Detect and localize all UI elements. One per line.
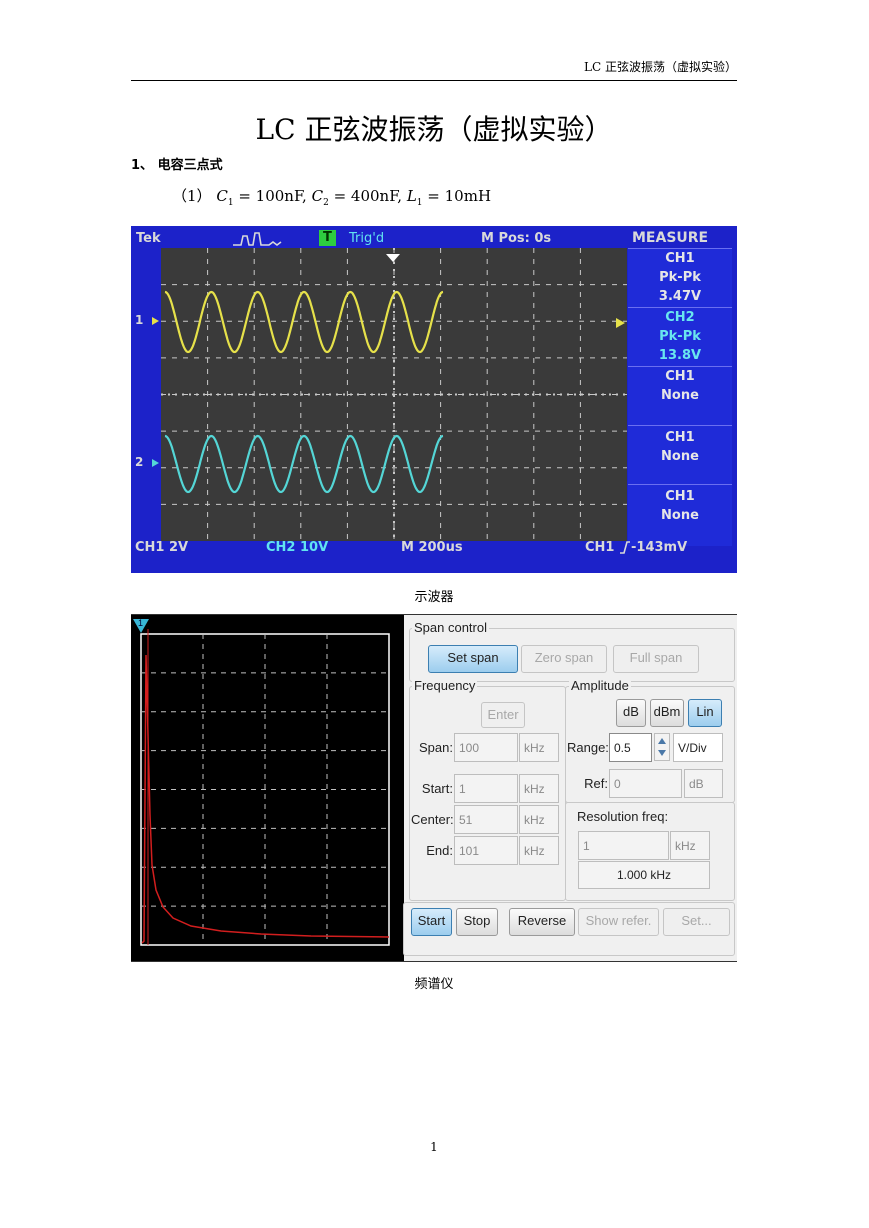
set-button[interactable]: Set... xyxy=(663,908,730,936)
start-label: Start: xyxy=(421,781,453,796)
center-label: Center: xyxy=(411,812,454,827)
measure-type: Pk-Pk xyxy=(659,270,701,285)
measure-type: Pk-Pk xyxy=(659,329,701,344)
measure-source: CH2 xyxy=(665,310,695,325)
timebase-readout: M 200us xyxy=(401,540,463,555)
trigger-source: CH1 xyxy=(585,540,615,555)
span-field[interactable]: 100 xyxy=(454,733,518,762)
center-field[interactable]: 51 xyxy=(454,805,518,834)
measure-slot-4: CH1 None xyxy=(628,425,732,486)
measure-value: 3.47V xyxy=(658,289,702,304)
measure-source: CH1 xyxy=(665,430,695,445)
circuit-parameters: （1） C1 = 100nF, C2 = 400nF, L1 = 10mH xyxy=(172,187,492,208)
measure-slot-3: CH1 None xyxy=(628,366,732,425)
param-c2: 400nF xyxy=(350,187,398,205)
start-unit[interactable]: kHz xyxy=(519,774,559,803)
db-button[interactable]: dB xyxy=(616,699,646,727)
m-pos-readout: M Pos: 0s xyxy=(481,231,552,246)
page-number: 1 xyxy=(430,1140,438,1154)
resolution-title: Resolution freq: xyxy=(577,809,669,824)
lin-button[interactable]: Lin xyxy=(688,699,722,727)
range-stepper[interactable] xyxy=(654,733,670,761)
oscilloscope-screen: Tek T Trig'd M Pos: 0s MEASURE CH1 Pk-Pk… xyxy=(131,226,737,573)
acquisition-icon xyxy=(233,232,282,246)
param-l1: 10mH xyxy=(444,187,492,205)
span-label: Span: xyxy=(419,740,453,755)
resolution-readout: 1.000 kHz xyxy=(578,861,710,889)
measure-type: None xyxy=(661,449,699,464)
ch1-scale: CH1 2V xyxy=(135,540,189,555)
ch2-ground-marker: 2 xyxy=(135,455,144,469)
stop-button[interactable]: Stop xyxy=(456,908,498,936)
show-refer-button[interactable]: Show refer. xyxy=(578,908,659,936)
zero-span-button[interactable]: Zero span xyxy=(521,645,607,673)
measure-type: None xyxy=(661,388,699,403)
trigger-badge: T xyxy=(319,230,336,246)
measure-panel: CH1 Pk-Pk 3.47V CH2 Pk-Pk 13.8V CH1 None… xyxy=(628,248,732,546)
reverse-button[interactable]: Reverse xyxy=(509,908,575,936)
ch2-scale: CH2 10V xyxy=(266,540,329,555)
span-unit[interactable]: kHz xyxy=(519,733,559,762)
frequency-title: Frequency xyxy=(412,678,478,693)
measure-source: CH1 xyxy=(665,489,695,504)
measure-menu-title: MEASURE xyxy=(632,230,709,246)
param-index: （1） xyxy=(172,187,212,205)
center-unit[interactable]: kHz xyxy=(519,805,559,834)
dbm-button[interactable]: dBm xyxy=(650,699,684,727)
spectrum-caption: 频谱仪 xyxy=(414,977,454,992)
end-unit[interactable]: kHz xyxy=(519,836,559,865)
measure-ch2-pkpk: CH2 Pk-Pk 13.8V xyxy=(628,307,732,366)
measure-source: CH1 xyxy=(665,251,695,266)
resolution-field[interactable]: 1 xyxy=(578,831,669,860)
ch2-marker-arrow-icon xyxy=(152,459,159,467)
enter-button[interactable]: Enter xyxy=(481,702,525,728)
range-unit[interactable]: V/Div xyxy=(673,733,723,762)
ref-label: Ref: xyxy=(584,776,608,791)
running-header: LC 正弦波振荡（虚拟实验） xyxy=(584,60,737,74)
resolution-unit[interactable]: kHz xyxy=(670,831,710,860)
ref-unit[interactable]: dB xyxy=(684,769,723,798)
ref-field[interactable]: 0 xyxy=(609,769,682,798)
oscilloscope-caption: 示波器 xyxy=(414,590,454,605)
trigger-status: Trig'd xyxy=(349,231,385,246)
measure-ch1-pkpk: CH1 Pk-Pk 3.47V xyxy=(628,248,732,307)
section-heading: 1、 电容三点式 xyxy=(131,158,223,173)
set-span-button[interactable]: Set span xyxy=(428,645,518,673)
range-field[interactable]: 0.5 xyxy=(609,733,652,762)
start-button[interactable]: Start xyxy=(411,908,452,936)
full-span-button[interactable]: Full span xyxy=(613,645,699,673)
param-c1: 100nF xyxy=(255,187,303,205)
marker-1-label: 1 xyxy=(138,618,144,628)
amplitude-title: Amplitude xyxy=(569,678,631,693)
spectrum-analyzer: 1 Span control Set span Zero span Full s… xyxy=(131,614,737,962)
header-divider xyxy=(131,80,737,81)
end-label: End: xyxy=(426,843,453,858)
measure-source: CH1 xyxy=(665,369,695,384)
measure-slot-5: CH1 None xyxy=(628,484,732,547)
range-label: Range: xyxy=(567,740,609,755)
spectrum-screen: 1 xyxy=(131,615,404,961)
ch1-marker-arrow-icon xyxy=(152,317,159,325)
page-title: LC 正弦波振荡（虚拟实验） xyxy=(255,113,613,146)
ch1-ground-marker: 1 xyxy=(135,313,144,327)
measure-type: None xyxy=(661,508,699,523)
trigger-level-readout: -143mV xyxy=(631,540,688,555)
rising-edge-icon xyxy=(620,541,630,554)
end-field[interactable]: 101 xyxy=(454,836,518,865)
stepper-arrows-icon xyxy=(658,738,666,756)
spectrum-plot xyxy=(140,629,390,946)
measure-value: 13.8V xyxy=(658,348,702,363)
span-control-title: Span control xyxy=(412,620,489,635)
scope-brand: Tek xyxy=(136,231,161,246)
start-field[interactable]: 1 xyxy=(454,774,518,803)
